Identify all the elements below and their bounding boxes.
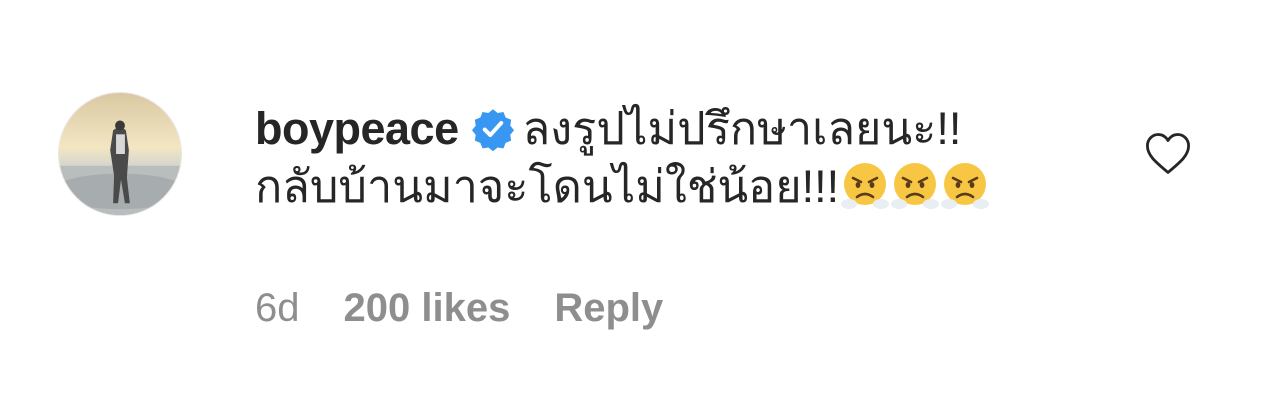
face-with-steam-from-nose-icon: [839, 160, 891, 212]
comment-body: boypeace ลงรูปไม่ปรึกษาเลยนะ!! กลับบ้านมา…: [255, 100, 1125, 216]
username-link[interactable]: boypeace: [255, 103, 459, 154]
comment-text-line2: กลับบ้านมาจะโดนไม่ใช่น้อย!!!: [255, 161, 840, 212]
reply-button[interactable]: Reply: [554, 286, 663, 330]
verified-badge-icon: [471, 107, 515, 151]
comment: boypeace ลงรูปไม่ปรึกษาเลยนะ!! กลับบ้านมา…: [0, 0, 1280, 400]
comment-text: boypeace ลงรูปไม่ปรึกษาเลยนะ!! กลับบ้านมา…: [255, 100, 1125, 216]
heart-outline-icon[interactable]: [1142, 128, 1194, 180]
avatar[interactable]: [58, 92, 182, 216]
likes-count-button[interactable]: 200 likes: [344, 286, 511, 330]
comment-text-line1: ลงรูปไม่ปรึกษาเลยนะ!!: [522, 103, 962, 154]
comment-time[interactable]: 6d: [255, 286, 300, 330]
avatar-photo: [59, 93, 181, 215]
comment-meta: 6d 200 likes Reply: [255, 286, 707, 331]
face-with-steam-from-nose-icon: [889, 160, 941, 212]
face-with-steam-from-nose-icon: [939, 160, 991, 212]
